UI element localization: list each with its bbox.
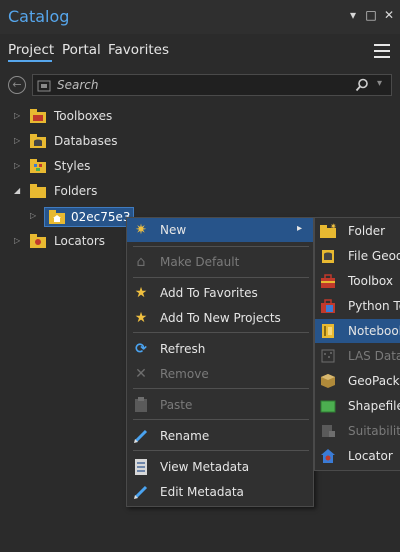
toolbox-icon [30,109,46,123]
edit-metadata-icon [133,484,149,500]
submenu-item-file-geodatabase[interactable]: File Geod [315,244,400,268]
menu-item-remove[interactable]: ✕ Remove [127,362,313,386]
menu-item-new[interactable]: ✷ New ▸ [127,218,313,242]
menu-separator [133,388,309,389]
star-icon: ★ [134,310,148,326]
submenu-item-las-dataset[interactable]: LAS Datas [315,344,400,368]
tree-item-selected-folder[interactable]: 02ec75e3-... [44,207,146,227]
submenu-item-notebook[interactable]: Notebook [315,319,400,343]
submenu-item-python-toolbox[interactable]: Python To [315,294,400,318]
styles-icon [30,159,46,173]
menu-separator [133,419,309,420]
pane-title: Catalog [8,7,70,26]
tab-portal[interactable]: Portal [62,42,101,58]
toolbox-icon [320,273,336,289]
search-scope-icon[interactable] [37,78,51,92]
expand-arrow-icon[interactable]: ▷ [14,236,20,245]
tree-item-label: Styles [54,159,91,173]
menu-separator [133,450,309,451]
expand-arrow-icon[interactable]: ▷ [14,136,20,145]
paste-icon [133,397,149,413]
pane-menu-dropdown-icon[interactable]: ▾ [346,8,360,22]
submenu-item-suitability[interactable]: Suitability [315,419,400,443]
menu-separator [133,332,309,333]
python-toolbox-icon [320,298,336,314]
submenu-arrow-icon: ▸ [297,223,303,234]
expand-arrow-icon[interactable]: ▷ [14,111,20,120]
suitability-icon [320,423,336,439]
tab-favorites[interactable]: Favorites [108,42,169,58]
home-icon: ⌂ [136,254,146,270]
menu-item-add-to-favorites[interactable]: ★ Add To Favorites [127,281,313,305]
active-tab-indicator [8,60,52,62]
home-folder-icon [49,210,65,224]
metadata-icon [133,459,149,475]
menu-item-rename[interactable]: Rename [127,424,313,448]
database-icon [30,134,46,148]
menu-separator [133,277,309,278]
menu-item-add-to-new-projects[interactable]: ★ Add To New Projects [127,306,313,330]
back-arrow-icon[interactable]: ← [8,76,26,94]
menu-item-view-metadata[interactable]: View Metadata [127,455,313,479]
menu-item-edit-metadata[interactable]: Edit Metadata [127,480,313,504]
submenu-item-shapefile[interactable]: Shapefile [315,394,400,418]
expand-arrow-icon[interactable]: ▷ [30,211,36,220]
menu-item-refresh[interactable]: ⟳ Refresh [127,337,313,361]
shapefile-icon [320,398,336,414]
hamburger-menu-icon[interactable] [374,44,390,58]
submenu-item-toolbox[interactable]: Toolbox [315,269,400,293]
collapse-arrow-icon[interactable]: ◢ [14,186,20,195]
tree-item-label: Databases [54,134,118,148]
refresh-icon: ⟳ [135,341,147,357]
folder-icon: ✷ [320,222,337,239]
tree-item-databases[interactable]: ▷ Databases [0,131,400,153]
tree-item-label: Folders [54,184,98,198]
tree-item-label: Toolboxes [54,109,113,123]
notebook-icon [320,323,336,339]
rename-pencil-icon [133,428,149,444]
close-icon[interactable]: ✕ [382,8,396,22]
new-sparkle-icon: ✷ [135,222,147,238]
tree-item-folders[interactable]: ◢ Folders [0,181,400,203]
svg-text:✷: ✷ [330,223,336,231]
submenu-item-locator[interactable]: Locator [315,444,400,468]
file-geodatabase-icon [320,248,336,264]
locator-icon [320,448,336,464]
search-box: ▾ [32,74,392,96]
context-menu: ✷ New ▸ ⌂ Make Default ★ Add To Favorite… [126,217,314,507]
remove-icon: ✕ [135,366,147,382]
search-input[interactable] [57,77,347,93]
tree-item-styles[interactable]: ▷ Styles [0,156,400,178]
star-icon: ★ [134,285,148,301]
menu-item-make-default[interactable]: ⌂ Make Default [127,250,313,274]
maximize-icon[interactable]: □ [364,8,378,22]
menu-item-paste[interactable]: Paste [127,393,313,417]
submenu-item-folder[interactable]: ✷ Folder [315,219,400,243]
tree-item-label: Locators [54,234,105,248]
submenu-item-geopackage[interactable]: GeoPacka [315,369,400,393]
folder-icon [30,184,46,198]
search-icon[interactable] [355,78,369,92]
search-options-chevron-icon[interactable]: ▾ [377,78,382,89]
new-submenu: ✷ Folder File Geod Toolbox Python To Not… [314,217,400,471]
locator-icon [30,234,46,248]
geopackage-icon [320,373,336,389]
tree-item-toolboxes[interactable]: ▷ Toolboxes [0,106,400,128]
menu-separator [133,246,309,247]
las-dataset-icon [320,348,336,364]
tab-project[interactable]: Project [8,42,54,58]
expand-arrow-icon[interactable]: ▷ [14,161,20,170]
